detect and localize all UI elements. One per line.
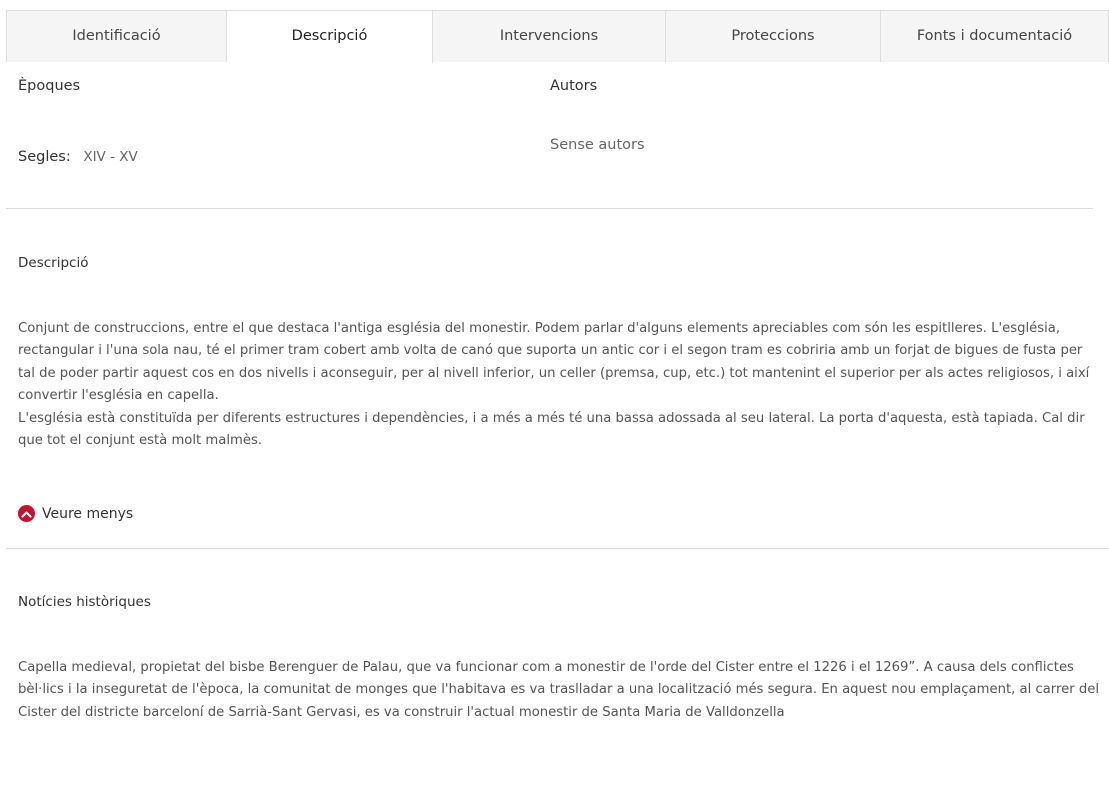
autors-heading: Autors (550, 78, 598, 94)
veure-menys-toggle[interactable]: Veure menys (18, 505, 133, 522)
tab-proteccions[interactable]: Proteccions (666, 11, 881, 62)
veure-menys-label: Veure menys (42, 505, 134, 522)
divider (6, 208, 1093, 209)
tab-fonts-documentacio[interactable]: Fonts i documentació (881, 11, 1108, 62)
tab-intervencions[interactable]: Intervencions (433, 11, 666, 62)
noticies-paragraph: Capella medieval, propietat del bisbe Be… (18, 660, 1099, 720)
segles-row: Segles: XIV - XV (18, 149, 138, 165)
segles-value: XIV - XV (83, 149, 138, 165)
chevron-up-circle-icon (18, 505, 35, 522)
noticies-text: Capella medieval, propietat del bisbe Be… (18, 657, 1103, 724)
epoques-heading: Èpoques (18, 78, 81, 94)
segles-label: Segles: (18, 149, 71, 165)
autors-value: Sense autors (550, 137, 645, 153)
descripcio-paragraph: L'església està constituïda per diferent… (18, 410, 1085, 449)
descripcio-paragraph: Conjunt de construccions, entre el que d… (18, 321, 1090, 404)
descripcio-text: Conjunt de construccions, entre el que d… (18, 318, 1103, 452)
tab-bar: Identificació Descripció Intervencions P… (6, 10, 1109, 63)
tab-descripcio[interactable]: Descripció (227, 11, 433, 63)
divider (6, 548, 1109, 549)
descripcio-title: Descripció (18, 255, 89, 271)
tab-identificacio[interactable]: Identificació (7, 11, 227, 62)
noticies-title: Notícies històriques (18, 594, 151, 610)
